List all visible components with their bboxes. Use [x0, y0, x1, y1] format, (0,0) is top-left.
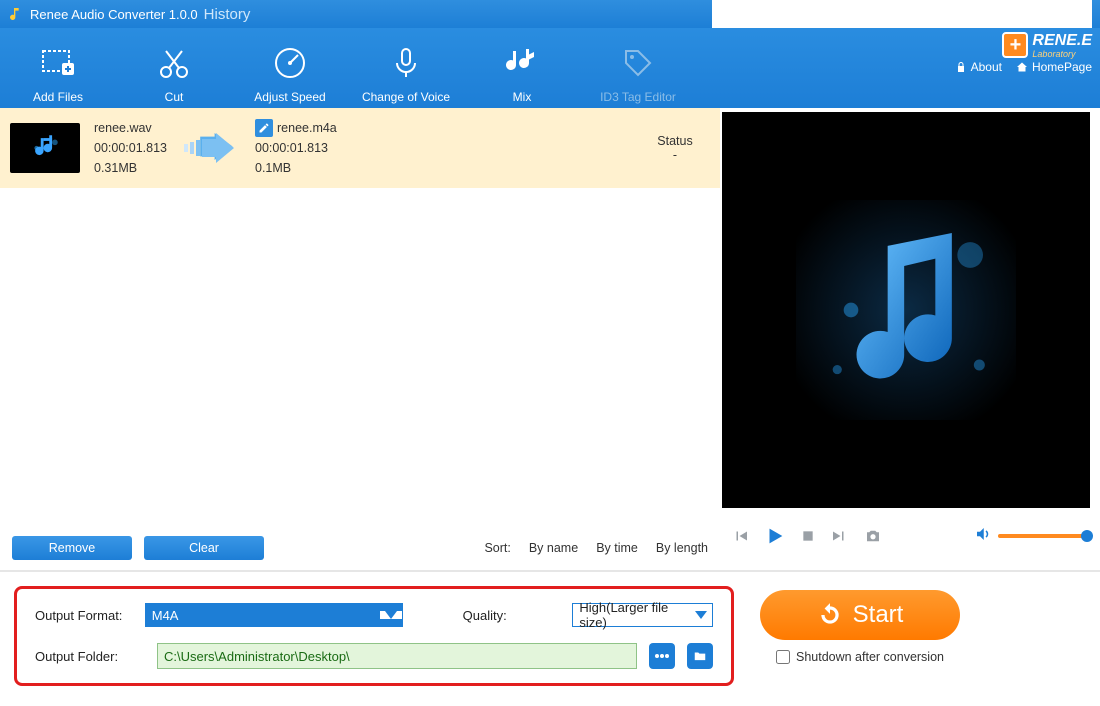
snapshot-button[interactable] [862, 527, 884, 545]
output-format-label: Output Format: [35, 608, 133, 623]
input-size: 0.31MB [94, 158, 167, 178]
main-toolbar: Add Files Cut Adjust Speed Change of Voi… [0, 28, 1100, 108]
id3-editor-button: ID3 Tag Editor [580, 42, 696, 104]
close-button[interactable] [845, 7, 863, 21]
start-button[interactable]: Start [760, 590, 960, 640]
file-thumbnail [10, 123, 80, 173]
output-format-dropdown[interactable]: M4A [145, 603, 403, 627]
brand-box: + RENE.ELaboratory About HomePage [955, 32, 1092, 74]
brand-sub: Laboratory [1032, 50, 1092, 58]
sort-by-name[interactable]: By name [529, 541, 578, 555]
status-value: - [640, 148, 710, 162]
play-button[interactable] [764, 525, 786, 547]
adjust-speed-button[interactable]: Adjust Speed [232, 42, 348, 104]
mix-icon [464, 42, 580, 84]
shutdown-checkbox[interactable] [776, 650, 790, 664]
quality-dropdown[interactable]: High(Larger file size) [572, 603, 713, 627]
prev-button[interactable] [732, 527, 750, 545]
chevron-down-icon [380, 611, 402, 619]
language-dropdown[interactable]: Language [712, 7, 779, 21]
title-bar: Renee Audio Converter 1.0.0 History Lang… [0, 0, 1100, 28]
homepage-link[interactable]: HomePage [1016, 60, 1092, 74]
history-link[interactable]: History [204, 6, 251, 23]
next-button[interactable] [830, 527, 848, 545]
sort-label: Sort: [484, 541, 510, 555]
input-duration: 00:00:01.813 [94, 138, 167, 158]
sort-by-length[interactable]: By length [656, 541, 708, 555]
output-duration: 00:00:01.813 [255, 138, 337, 158]
maximize-button[interactable] [817, 7, 835, 21]
output-filename: renee.m4a [277, 118, 337, 138]
add-files-icon [0, 42, 116, 84]
list-actions: Remove Clear Sort: By name By time By le… [0, 526, 720, 570]
preview-panel [720, 108, 1100, 570]
gauge-icon [232, 42, 348, 84]
input-filename: renee.wav [94, 118, 167, 138]
app-title: Renee Audio Converter 1.0.0 [30, 7, 198, 22]
refresh-icon [817, 602, 843, 628]
sort-by-time[interactable]: By time [596, 541, 638, 555]
open-folder-button[interactable] [687, 643, 713, 669]
output-settings-box: Output Format: M4A Quality: High(Larger … [14, 586, 734, 686]
change-voice-button[interactable]: Change of Voice [348, 42, 464, 104]
app-icon [8, 6, 24, 22]
shutdown-label: Shutdown after conversion [796, 650, 944, 664]
input-file-info: renee.wav 00:00:01.813 0.31MB [94, 118, 167, 178]
tag-icon [580, 42, 696, 84]
clear-button[interactable]: Clear [144, 536, 264, 560]
brand-plus-icon: + [1002, 32, 1028, 58]
quality-label: Quality: [463, 608, 561, 623]
status-header: Status [640, 134, 710, 148]
separator [0, 570, 1100, 572]
output-size: 0.1MB [255, 158, 337, 178]
mix-button[interactable]: Mix [464, 42, 580, 104]
arrow-icon [181, 133, 241, 163]
preview-area [722, 112, 1090, 508]
minimize-button[interactable] [789, 7, 807, 21]
brand-name: RENE.E [1032, 32, 1092, 49]
shutdown-checkbox-row[interactable]: Shutdown after conversion [776, 650, 944, 664]
file-row[interactable]: renee.wav 00:00:01.813 0.31MB renee.m4a … [0, 108, 720, 188]
output-folder-label: Output Folder: [35, 649, 145, 664]
stop-button[interactable] [800, 528, 816, 544]
remove-button[interactable]: Remove [12, 536, 132, 560]
player-controls [720, 508, 1100, 564]
output-file-info: renee.m4a 00:00:01.813 0.1MB [255, 118, 337, 178]
file-list-panel: renee.wav 00:00:01.813 0.31MB renee.m4a … [0, 108, 720, 570]
browse-button[interactable] [649, 643, 675, 669]
about-link[interactable]: About [955, 60, 1002, 74]
output-folder-input[interactable]: C:\Users\Administrator\Desktop\ [157, 643, 637, 669]
cut-button[interactable]: Cut [116, 42, 232, 104]
volume-icon[interactable] [974, 525, 992, 548]
edit-icon[interactable] [255, 119, 273, 137]
add-files-button[interactable]: Add Files [0, 42, 116, 104]
microphone-icon [348, 42, 464, 84]
scissors-icon [116, 42, 232, 84]
chevron-down-icon [690, 611, 712, 619]
volume-slider[interactable] [998, 534, 1088, 538]
